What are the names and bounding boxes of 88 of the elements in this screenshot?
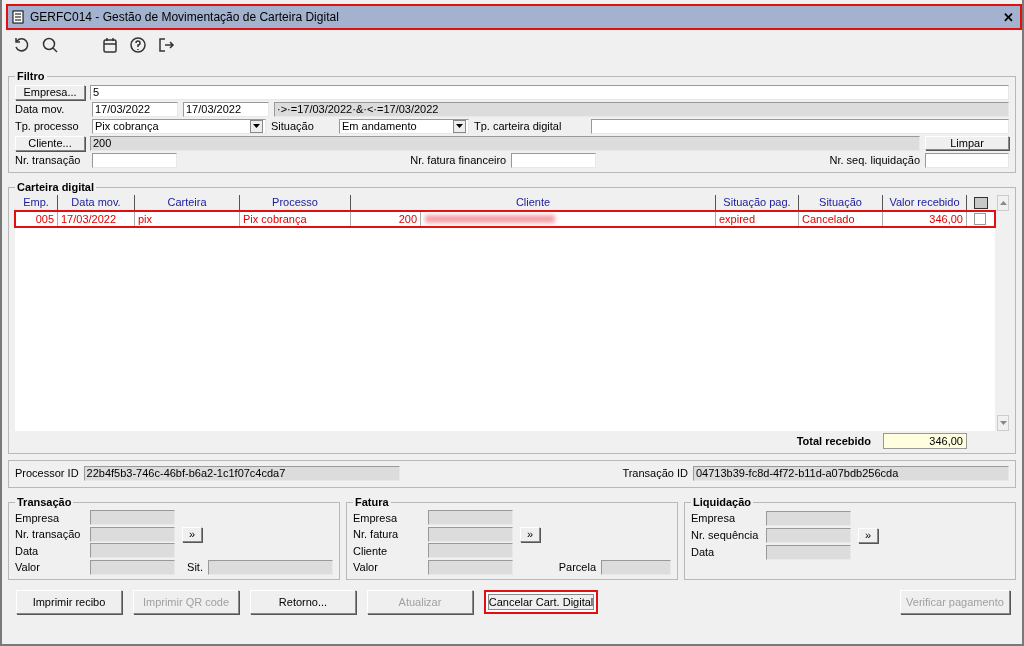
empresa-button[interactable]: Empresa... — [15, 84, 85, 100]
field-label: Valor — [15, 561, 41, 574]
group-title: Transação — [16, 496, 73, 508]
dropdown-icon — [250, 119, 263, 133]
select-all-checkbox[interactable] — [974, 197, 988, 209]
search-button[interactable] — [40, 36, 60, 54]
column-header[interactable]: Valor recebido — [883, 195, 967, 210]
field-label: Data — [15, 544, 40, 557]
group-title: Fatura — [354, 496, 390, 508]
table-cell: expired — [716, 211, 799, 227]
help-icon — [129, 36, 147, 54]
field-label: Tp. carteira digital — [474, 120, 563, 132]
table-cell: 17/03/2022 — [58, 211, 135, 227]
column-header[interactable]: Emp. — [15, 195, 58, 210]
column-header[interactable]: Situação — [799, 195, 883, 210]
field-label: Nr. fatura — [353, 528, 400, 541]
group-title: Liquidação — [692, 496, 753, 508]
field-label: Nr. seq. liquidação — [829, 154, 920, 166]
transaction-number-field[interactable] — [92, 152, 177, 168]
field-label: Processor ID — [15, 467, 79, 479]
navigate-button[interactable]: » — [520, 526, 540, 542]
field-label: Parcela — [558, 561, 596, 574]
column-header[interactable]: Data mov. — [58, 195, 135, 210]
table-cell: Pix cobrança — [240, 211, 351, 227]
field-label: Empresa — [353, 511, 399, 524]
action-button[interactable]: Cancelar Cart. Digital — [484, 590, 598, 614]
date-to-field[interactable]: 17/03/2022 — [183, 101, 269, 117]
total-value: 346,00 — [883, 433, 967, 449]
date-expression-field: ·>·=17/03/2022·&·<·=17/03/2022 — [274, 101, 1009, 117]
processor-id-field: 22b4f5b3-746c-46bf-b6a2-1c1f07c4cda7 — [83, 465, 400, 481]
calendar-icon — [101, 36, 119, 54]
dropdown-icon — [453, 119, 466, 133]
wallet-type-field[interactable] — [591, 118, 1009, 134]
undo-icon — [13, 36, 31, 54]
search-icon — [41, 36, 59, 54]
column-header[interactable]: Situação pag. — [716, 195, 799, 210]
table-cell: Cancelado — [799, 211, 883, 227]
scroll-up-icon — [999, 201, 1007, 205]
table-cell: 346,00 — [883, 211, 967, 227]
field-label: Nr. transação — [15, 528, 82, 541]
status-select[interactable]: Em andamento — [339, 118, 469, 134]
field-label: Nr. transação — [15, 154, 82, 166]
field-label: Sit. — [187, 561, 203, 574]
help-button[interactable] — [128, 36, 148, 54]
field-label: Cliente — [353, 544, 389, 557]
row-checkbox[interactable] — [974, 213, 986, 225]
table-cell: 200 — [351, 211, 421, 227]
field-label: Empresa — [691, 512, 737, 524]
field-label: Empresa — [15, 511, 61, 524]
field-label: Situação — [271, 120, 315, 132]
field-label: Data — [691, 546, 716, 558]
field-label: Nr. sequência — [691, 529, 760, 541]
column-header[interactable]: Processo — [240, 195, 351, 210]
group-title: Filtro — [16, 70, 46, 82]
window-title: GERFC014 - Gestão de Movimentação de Carteira Digital — [30, 10, 340, 24]
scroll-down-icon — [999, 421, 1007, 425]
field-label: Transação ID — [622, 467, 688, 479]
cliente-button[interactable]: Cliente... — [15, 135, 85, 151]
document-icon — [12, 10, 24, 24]
transaction-id-field: 04713b39-fc8d-4f72-b11d-a07bdb256cda — [693, 465, 1009, 481]
invoice-number-field[interactable] — [511, 152, 597, 168]
action-button[interactable]: Retorno... — [250, 590, 356, 614]
group-title: Carteira digital — [16, 181, 96, 193]
exit-button[interactable] — [156, 36, 176, 54]
close-button[interactable]: ✕ — [1001, 9, 1016, 25]
field-label: Nr. fatura financeiro — [410, 154, 507, 166]
scrollbar[interactable] — [997, 195, 1009, 431]
navigate-button[interactable]: » — [858, 527, 878, 543]
clear-button[interactable]: Limpar — [925, 136, 1009, 150]
total-label: Total recebido — [796, 435, 871, 447]
field-label: Data mov. — [15, 103, 66, 115]
navigate-button[interactable]: » — [182, 526, 202, 542]
date-from-field[interactable]: 17/03/2022 — [92, 101, 178, 117]
exit-icon — [157, 36, 175, 54]
grid-row[interactable]: 005 17/03/2022 pix Pix cobrança 200 expired Cancelado 346,00 — [15, 211, 995, 227]
field-label: Valor — [353, 561, 379, 574]
action-button[interactable]: Imprimir recibo — [16, 590, 122, 614]
field-label: Tp. processo — [15, 120, 80, 132]
table-cell: 005 — [15, 211, 58, 227]
settlement-seq-field[interactable] — [925, 152, 1009, 168]
empresa-field[interactable]: 5 — [90, 84, 1009, 100]
table-cell: pix — [135, 211, 240, 227]
readonly-field — [601, 559, 671, 575]
column-header[interactable]: Carteira — [135, 195, 240, 210]
calendar-button[interactable] — [100, 36, 120, 54]
column-header[interactable]: Cliente — [351, 195, 716, 210]
process-select[interactable]: Pix cobrança — [92, 118, 266, 134]
cliente-field: 200 — [90, 135, 920, 151]
